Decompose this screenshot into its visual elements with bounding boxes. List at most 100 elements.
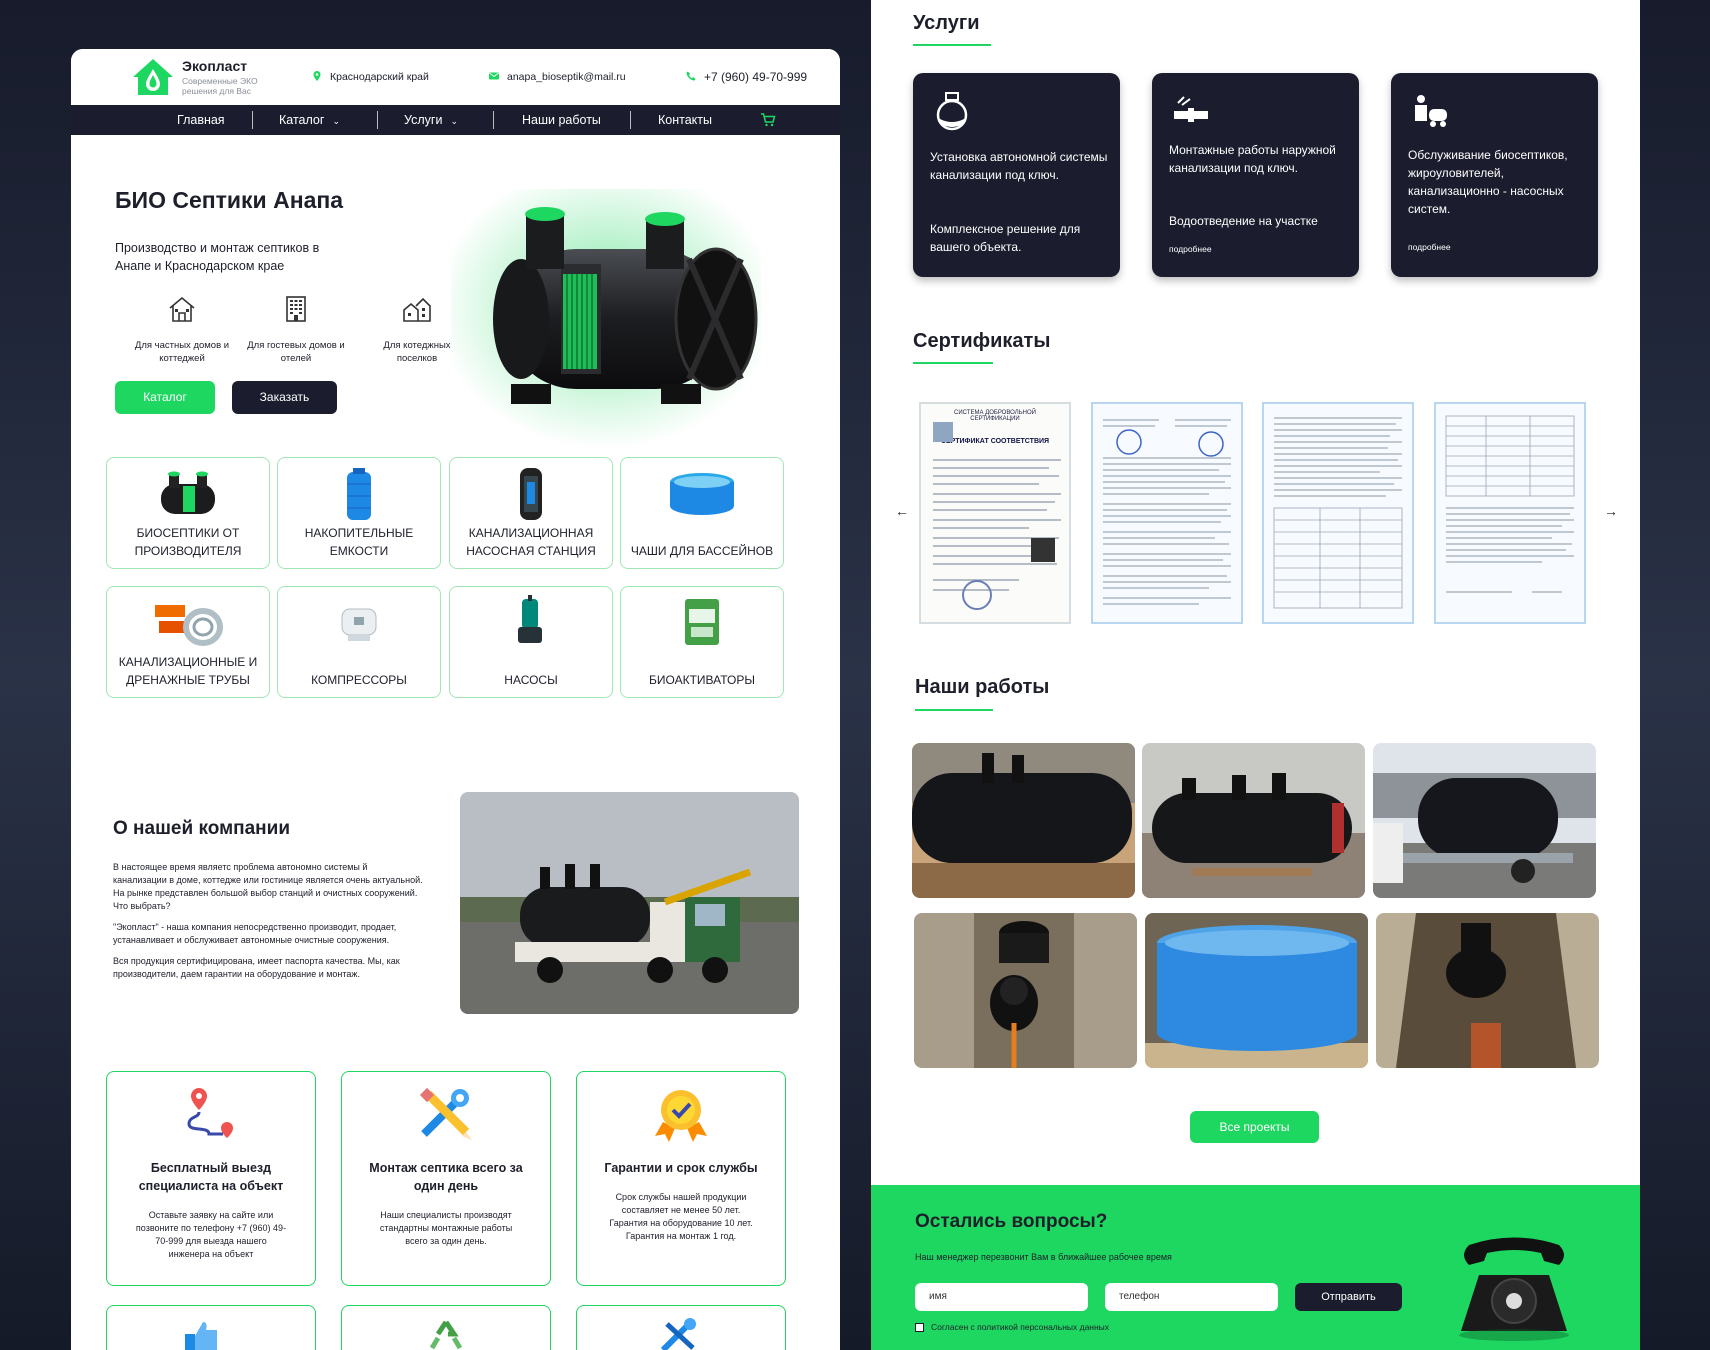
category-pipes[interactable]: Канализационные и дренажные трубы bbox=[106, 586, 270, 698]
about-paragraph: В настоящее время являетс проблема автон… bbox=[113, 862, 423, 911]
service-card-outdoor-sewer[interactable]: Монтажные работы наружной канализации по… bbox=[1152, 73, 1359, 277]
telephone-illustration bbox=[1459, 1237, 1569, 1341]
home-page-left: Экопласт Современные ЭКО решения для Вас… bbox=[71, 49, 840, 1350]
benefit-title: Монтаж септика всего за один день bbox=[369, 1161, 523, 1193]
feature-label: Для гостевых домов и отелей bbox=[247, 340, 345, 364]
category-bioseptics[interactable]: Биосептики от производителя bbox=[106, 457, 270, 569]
submit-button[interactable]: Отправить bbox=[1295, 1283, 1402, 1311]
category-label: Чаши для бассейнов bbox=[630, 544, 774, 558]
category-pool-bowls[interactable]: Чаши для бассейнов bbox=[620, 457, 784, 569]
benefit-card-partial bbox=[341, 1305, 551, 1350]
phone-icon bbox=[686, 71, 696, 81]
certificate-text-lines bbox=[1273, 417, 1403, 609]
category-label: Накопительные емкости bbox=[304, 526, 414, 558]
pipe-icon bbox=[1174, 96, 1208, 122]
nav-catalog[interactable]: Каталог ⌄ bbox=[279, 105, 340, 135]
category-label: Биосептики от производителя bbox=[134, 526, 242, 558]
work-photo[interactable] bbox=[1142, 743, 1365, 898]
category-label: Компрессоры bbox=[311, 673, 407, 687]
compressor-icon bbox=[341, 608, 377, 641]
nav-works[interactable]: Наши работы bbox=[522, 105, 601, 135]
nav-works-label: Наши работы bbox=[522, 113, 601, 127]
logo-icon[interactable] bbox=[131, 57, 175, 97]
benefit-text: Наши специалисты производят стандартны м… bbox=[379, 1210, 513, 1246]
nav-divider bbox=[493, 111, 494, 129]
about-paragraph: "Экопласт" - наша компания непосредствен… bbox=[113, 922, 397, 945]
certificate-1[interactable]: СИСТЕМА ДОБРОВОЛЬНОЙ СЕРТИФИКАЦИИ СЕРТИФ… bbox=[919, 402, 1071, 624]
consent-label: Согласен с политикой персональных данных bbox=[931, 1322, 1110, 1332]
certificate-text-lines bbox=[1445, 415, 1575, 593]
septic-icon bbox=[936, 92, 968, 131]
service-card-maintenance[interactable]: Обслуживание биосептиков, жироуловителей… bbox=[1391, 73, 1598, 277]
hero-title: БИО Септики Анапа bbox=[115, 187, 344, 213]
service-text: Водоотведение на участке bbox=[1169, 214, 1318, 228]
category-pumps[interactable]: Насосы bbox=[449, 586, 613, 698]
work-photo[interactable] bbox=[1376, 913, 1599, 1068]
work-photo[interactable] bbox=[1373, 743, 1596, 898]
logo-name: Экопласт bbox=[182, 58, 248, 74]
phone-input[interactable]: телефон bbox=[1105, 1283, 1278, 1311]
site-header: Экопласт Современные ЭКО решения для Вас… bbox=[71, 49, 840, 105]
work-photo[interactable] bbox=[912, 743, 1135, 898]
work-photo[interactable] bbox=[1145, 913, 1368, 1068]
logo-tagline: Современные ЭКО решения для Вас bbox=[182, 76, 258, 96]
callback-subtitle: Наш менеджер перезвонит Вам в ближайшее … bbox=[915, 1252, 1172, 1262]
nav-contacts-label: Контакты bbox=[658, 113, 712, 127]
category-bioactivators[interactable]: Биоактиваторы bbox=[620, 586, 784, 698]
location-route-icon bbox=[187, 1088, 233, 1138]
catalog-button[interactable]: Каталог bbox=[115, 381, 215, 414]
category-label: Насосы bbox=[504, 673, 558, 687]
name-input[interactable]: имя bbox=[915, 1283, 1088, 1311]
service-card-installation[interactable]: Установка автономной системы канализации… bbox=[913, 73, 1120, 277]
nav-services-label: Услуги bbox=[404, 113, 443, 127]
house-icon bbox=[169, 296, 195, 322]
about-paragraph: Вся продукция сертифицирована, имеет пас… bbox=[113, 956, 400, 979]
wrench-icon bbox=[660, 1318, 696, 1350]
all-projects-button[interactable]: Все проекты bbox=[1190, 1111, 1319, 1143]
title-underline bbox=[913, 44, 991, 46]
cart-icon[interactable] bbox=[760, 113, 776, 127]
chevron-down-icon: ⌄ bbox=[450, 116, 458, 126]
category-compressors[interactable]: Компрессоры bbox=[277, 586, 441, 698]
feature-label: Для частных домов и коттеджей bbox=[134, 340, 230, 364]
benefit-title: Гарантии и срок службы bbox=[604, 1161, 758, 1175]
certificate-3[interactable] bbox=[1262, 402, 1414, 624]
title-underline bbox=[915, 709, 993, 711]
benefit-card-partial bbox=[106, 1305, 316, 1350]
category-storage-tanks[interactable]: Накопительные емкости bbox=[277, 457, 441, 569]
email-link[interactable]: anapa_bioseptik@mail.ru bbox=[507, 71, 626, 83]
nav-home[interactable]: Главная bbox=[177, 105, 225, 135]
carousel-next-arrow[interactable]: → bbox=[1604, 503, 1618, 519]
order-button[interactable]: Заказать bbox=[232, 381, 337, 414]
main-nav: Главная Каталог ⌄ Услуги ⌄ Наши работы Кон… bbox=[71, 105, 840, 135]
works-title: Наши работы bbox=[915, 676, 1050, 698]
more-link[interactable]: подробнее bbox=[1408, 242, 1451, 252]
service-text: Установка автономной системы канализации… bbox=[930, 150, 1108, 182]
category-pump-station[interactable]: Канализационная насосная станция bbox=[449, 457, 613, 569]
village-icon bbox=[403, 297, 431, 322]
consent-checkbox[interactable] bbox=[915, 1323, 924, 1332]
certificate-2[interactable] bbox=[1091, 402, 1243, 624]
location-pin-icon bbox=[313, 71, 321, 81]
septic-tank-icon bbox=[161, 471, 215, 514]
certificates-title: Сертификаты bbox=[913, 330, 1051, 352]
nav-services[interactable]: Услуги ⌄ bbox=[404, 105, 458, 135]
nav-catalog-label: Каталог bbox=[279, 113, 325, 127]
nav-home-label: Главная bbox=[177, 113, 225, 127]
service-text: Монтажные работы наружной канализации по… bbox=[1169, 143, 1336, 175]
more-link[interactable]: подробнее bbox=[1169, 244, 1212, 254]
feature-guest-houses: Для гостевых домов и отелей bbox=[241, 294, 351, 365]
service-truck-icon bbox=[1415, 95, 1447, 127]
phone-link[interactable]: +7 (960) 49-70-999 bbox=[704, 70, 807, 84]
carousel-prev-arrow[interactable]: ← bbox=[895, 503, 909, 519]
service-text: Комплексное решение для вашего объекта. bbox=[930, 222, 1081, 254]
benefit-text: Оставьте заявку на сайте или позвоните п… bbox=[135, 1210, 287, 1259]
certificate-text-lines bbox=[933, 422, 1061, 610]
nav-contacts[interactable]: Контакты bbox=[658, 105, 712, 135]
work-photo[interactable] bbox=[914, 913, 1137, 1068]
tools-icon bbox=[419, 1087, 472, 1140]
certificate-4[interactable] bbox=[1434, 402, 1586, 624]
category-label: Биоактиваторы bbox=[649, 673, 755, 687]
hotel-icon bbox=[286, 296, 306, 322]
nav-divider bbox=[630, 111, 631, 129]
